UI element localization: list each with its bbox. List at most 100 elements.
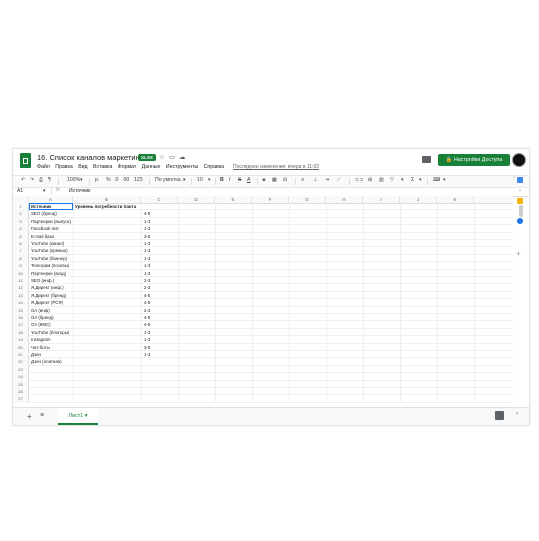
vertical-scrollbar[interactable] [519,205,523,217]
cell-level[interactable]: 2-3 [144,284,150,291]
explore-icon[interactable] [495,411,504,420]
menu-tools[interactable]: Инструменты [166,164,198,170]
column-header-j[interactable]: J [400,196,437,203]
row-number[interactable]: 4 [13,225,29,233]
row-number[interactable]: 10 [13,269,29,277]
select-all-corner[interactable] [13,196,29,203]
font-chevron-icon[interactable]: ▾ [183,177,186,183]
cell-source[interactable]: GA (бренд) [31,314,54,321]
text-color-button[interactable]: A [247,177,250,183]
text-rotation-icon[interactable]: ⟋ [337,177,341,184]
functions-chevron-icon[interactable]: ▾ [419,177,422,183]
column-header-d[interactable]: D [178,196,215,203]
cell-source[interactable]: Я.Директ (бренд) [31,292,66,299]
insert-link-icon[interactable]: ⊂⊃ [355,177,364,183]
cell-source[interactable]: Facebook Inst [31,225,59,232]
cell-level[interactable]: 3-5 [144,233,150,240]
cell-source[interactable]: Instagram [31,336,51,343]
collapse-toolbar-icon[interactable]: ˆ [513,177,515,183]
tasks-icon[interactable] [517,218,523,224]
cell-source[interactable]: Партнерки (выпуск) [31,218,71,225]
row-number[interactable]: 7 [13,247,29,255]
cloud-icon[interactable]: ☁ [179,153,186,161]
cell-source[interactable]: Партнерки (вход) [31,270,66,277]
column-header-h[interactable]: H [326,196,363,203]
increase-decimal-button[interactable]: .00 [122,177,129,183]
column-header-f[interactable]: F [252,196,289,203]
menu-format[interactable]: Формат [118,164,136,170]
print-icon[interactable]: ⎙ [39,177,43,184]
strikethrough-button[interactable]: S [238,177,241,183]
cell-source[interactable]: YouTube (блогеры) [31,329,69,336]
column-header-c[interactable]: C [141,196,178,203]
functions-icon[interactable]: Σ [411,177,414,183]
avatar[interactable] [512,153,526,167]
column-header-e[interactable]: E [215,196,252,203]
menu-file[interactable]: Файл [37,164,50,170]
row-number[interactable]: 13 [13,291,29,300]
zoom-select[interactable]: 100% [67,177,80,183]
share-button[interactable]: 🔒 Настройки Доступа [438,154,510,166]
font-select[interactable]: По умолча... [155,177,185,183]
more-formats-button[interactable]: 123 [134,177,143,183]
cell-level[interactable]: 1-3 [144,218,150,225]
cell-level[interactable]: 4-5 [144,292,150,299]
all-sheets-icon[interactable]: ≡ [40,412,44,419]
font-size-chevron-icon[interactable]: ▾ [208,177,211,183]
cell-level[interactable]: 1-3 [144,336,150,343]
cell-source[interactable]: SEO (инф.) [31,277,54,284]
row-number[interactable]: 8 [13,254,29,263]
sheet-tab-1[interactable]: Лист1 ▾ [58,408,98,425]
undo-icon[interactable]: ↶ [21,177,25,183]
comment-icon[interactable] [422,156,431,163]
column-header-i[interactable]: I [363,196,400,203]
insert-chart-icon[interactable]: ▥ [379,177,384,183]
cell-level[interactable]: 4-5 [144,210,150,217]
sheets-logo-icon[interactable] [20,153,31,168]
menu-edit[interactable]: Правка [55,164,73,170]
italic-button[interactable]: I [229,177,230,183]
cell-source[interactable]: YouTube (превью) [31,247,68,254]
header-cell-level[interactable]: Уровень потребности Ханта [75,203,136,210]
currency-button[interactable]: р. [95,177,99,183]
expand-formula-icon[interactable]: ⌄ [518,187,522,193]
row-number[interactable]: 24 [13,373,29,381]
name-box[interactable]: A1 [17,188,23,194]
cell-level[interactable]: 1-3 [144,351,150,358]
cell-source[interactable]: SEO (бренд) [31,210,57,217]
input-tools-icon[interactable]: ⌨ [433,177,441,183]
menu-data[interactable]: Данные [142,164,161,170]
menu-insert[interactable]: Вставка [93,164,112,170]
paint-format-icon[interactable]: ¶ [48,177,51,183]
row-number[interactable]: 14 [13,299,29,307]
calendar-icon[interactable] [517,177,523,183]
zoom-chevron-icon[interactable]: ▾ [80,177,83,183]
filter-views-icon[interactable]: ▾ [401,177,404,183]
cell-level[interactable]: 1-3 [144,262,150,269]
cell-level[interactable]: 2-3 [144,277,150,284]
row-number[interactable]: 5 [13,232,29,240]
row-number[interactable]: 23 [13,365,29,374]
cell-source[interactable]: E-mail база [31,233,54,240]
bold-button[interactable]: B [220,177,224,183]
column-header-g[interactable]: G [289,196,326,203]
fill-color-icon[interactable]: ◈ [262,177,266,183]
cell-source[interactable]: GA (инф) [31,307,50,314]
formula-input[interactable]: Источник [69,188,90,194]
insert-comment-icon[interactable]: ⊞ [368,177,372,183]
cell-level[interactable]: 4-5 [144,299,150,306]
star-icon[interactable]: ☆ [159,153,165,161]
row-number[interactable]: 15 [13,306,29,314]
row-number[interactable]: 17 [13,321,29,329]
column-header-b[interactable]: B [73,196,141,203]
percent-button[interactable]: % [106,177,111,183]
column-header-k[interactable]: K [437,196,474,203]
add-addon-icon[interactable]: + [516,249,521,258]
cell-level[interactable]: 1-3 [144,255,150,262]
cell-level[interactable]: 4-5 [144,321,150,328]
row-number[interactable]: 19 [13,336,29,344]
row-number[interactable]: 27 [13,395,29,403]
wrap-text-icon[interactable]: ⇥ [325,177,329,183]
row-number[interactable]: 18 [13,328,29,337]
merge-cells-icon[interactable]: ⊟ [283,177,287,183]
